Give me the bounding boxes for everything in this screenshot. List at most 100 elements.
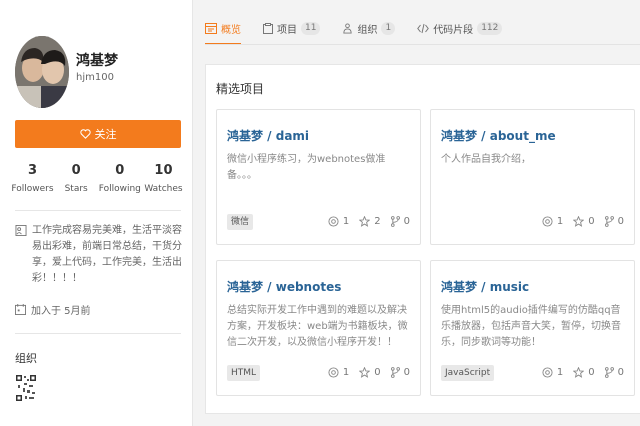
profile-tabs: 概览 项目 11 组织 1 代码片段 112 <box>205 14 524 45</box>
star-count: 0 <box>374 367 381 378</box>
project-description: 使用html5的audio插件编写的仿酷qq音乐播放器，包括声音大笑，暂停，切换… <box>441 305 621 348</box>
project-description: 微信小程序练习，为webnotes做准备。。。 <box>227 154 386 181</box>
watch-count: 1 <box>342 216 350 227</box>
project-card[interactable]: 鸿基梦 / dami 微信小程序练习，为webnotes做准备。。。 微信 1 … <box>216 109 421 245</box>
stat-followers[interactable]: 3 Followers <box>11 160 54 196</box>
eye-icon <box>328 367 339 378</box>
avatar-image <box>15 36 69 108</box>
project-stats: 1 0 0 <box>542 216 624 227</box>
stat-value: 0 <box>71 163 81 178</box>
divider <box>15 210 181 211</box>
watch-stat: 1 <box>542 367 563 378</box>
watch-count: 1 <box>556 216 564 227</box>
organizations-heading: 组织 <box>15 352 37 365</box>
project-title-link[interactable]: 鸿基梦 / music <box>441 278 529 295</box>
star-icon <box>573 367 585 378</box>
stat-value: 10 <box>154 163 173 178</box>
watch-count: 1 <box>556 367 564 378</box>
fork-stat: 0 <box>604 367 624 378</box>
join-date: 加入于 5月前 <box>15 302 91 317</box>
project-card[interactable]: 鸿基梦 / music 使用html5的audio插件编写的仿酷qq音乐播放器，… <box>430 260 635 396</box>
tab-label: 项目 <box>277 24 297 36</box>
calendar-icon <box>15 304 26 315</box>
overview-icon <box>205 22 217 34</box>
watch-stat: 1 <box>542 216 563 227</box>
project-stats: 1 0 0 <box>328 367 410 378</box>
follow-label: 关注 <box>94 128 117 141</box>
stat-value: 3 <box>27 163 38 178</box>
tab-count-badge: 112 <box>477 21 503 35</box>
project-card[interactable]: 鸿基梦 / about_me 个人作品自我介绍， 1 0 0 <box>430 109 635 245</box>
stat-label: Followers <box>11 184 54 194</box>
project-title-link[interactable]: 鸿基梦 / webnotes <box>227 278 341 295</box>
project-stats: 1 0 0 <box>542 367 624 378</box>
star-count: 2 <box>374 216 381 227</box>
stat-label: Watches <box>144 184 183 194</box>
project-icon <box>263 22 273 34</box>
project-language-tag[interactable]: HTML <box>227 365 261 381</box>
project-language-tag[interactable]: 微信 <box>227 214 254 230</box>
project-stats: 1 2 0 <box>328 216 410 227</box>
tab-label: 代码片段 <box>433 24 474 36</box>
star-icon <box>359 216 371 227</box>
fork-icon <box>390 216 400 227</box>
featured-title: 精选项目 <box>216 82 265 96</box>
star-stat: 0 <box>359 367 381 378</box>
bio: 工作完成容易完美难，生活平淡容易出彩难，前端日常总结，干货分享，爱上代码，工作完… <box>15 223 183 287</box>
fork-icon <box>390 367 400 378</box>
organization-icon <box>343 22 353 34</box>
star-icon <box>359 367 371 378</box>
star-icon <box>573 216 585 227</box>
project-title-link[interactable]: 鸿基梦 / dami <box>227 127 309 144</box>
tab-projects[interactable]: 项目 11 <box>263 14 321 42</box>
featured-projects-panel: 精选项目 鸿基梦 / dami 微信小程序练习，为webnotes做准备。。。 … <box>205 64 640 414</box>
divider <box>15 333 181 334</box>
stat-following[interactable]: 0 Following <box>98 160 141 196</box>
watch-stat: 1 <box>328 367 349 378</box>
project-title-link[interactable]: 鸿基梦 / about_me <box>441 127 556 144</box>
tab-count-badge: 11 <box>301 21 321 35</box>
stat-stars[interactable]: 0 Stars <box>55 160 98 196</box>
avatar[interactable] <box>15 36 69 108</box>
tab-organizations[interactable]: 组织 1 <box>342 14 396 42</box>
stat-value: 0 <box>115 163 125 178</box>
star-stat: 0 <box>573 367 595 378</box>
snippet-icon <box>417 23 430 33</box>
bio-text: 工作完成容易完美难，生活平淡容易出彩难，前端日常总结，干货分享，爱上代码，工作完… <box>32 225 182 284</box>
fork-count: 0 <box>403 216 410 227</box>
tab-label: 概览 <box>221 24 241 36</box>
fork-stat: 0 <box>390 367 410 378</box>
fork-stat: 0 <box>604 216 624 227</box>
stat-label: Stars <box>64 184 88 194</box>
heart-icon <box>79 129 91 139</box>
fork-count: 0 <box>617 216 624 227</box>
star-stat: 0 <box>573 216 595 227</box>
tabs-divider <box>205 44 640 45</box>
star-count: 0 <box>588 216 595 227</box>
stat-watches[interactable]: 10 Watches <box>142 160 185 196</box>
project-language-tag[interactable]: JavaScript <box>441 365 495 381</box>
project-description: 个人作品自我介绍， <box>441 154 531 165</box>
watch-stat: 1 <box>328 216 349 227</box>
project-card[interactable]: 鸿基梦 / webnotes 总结实际开发工作中遇到的难题以及解决方案，开发板块… <box>216 260 421 396</box>
fork-count: 0 <box>617 367 624 378</box>
fork-stat: 0 <box>390 216 410 227</box>
fork-icon <box>604 367 614 378</box>
fork-icon <box>604 216 614 227</box>
profile-stats: 3 Followers 0 Stars 0 Following 10 Watch… <box>11 160 185 196</box>
profile-sidebar: 鸿基梦 hjm100 关注 3 Followers 0 Stars 0 Foll… <box>0 0 193 426</box>
stat-label: Following <box>98 184 141 194</box>
tab-count-badge: 1 <box>381 21 396 35</box>
eye-icon <box>542 367 553 378</box>
project-description: 总结实际开发工作中遇到的难题以及解决方案，开发板块：web端为书籍板块，微信二次… <box>227 305 408 348</box>
fork-count: 0 <box>403 367 410 378</box>
tab-snippets[interactable]: 代码片段 112 <box>417 14 503 42</box>
profile-card-icon <box>15 225 27 236</box>
user-login: hjm100 <box>76 72 114 83</box>
tab-overview[interactable]: 概览 <box>205 14 241 45</box>
eye-icon <box>542 216 553 227</box>
eye-icon <box>328 216 339 227</box>
user-name: 鸿基梦 <box>76 53 118 69</box>
organization-avatar[interactable] <box>15 374 37 402</box>
follow-button[interactable]: 关注 <box>15 120 181 148</box>
